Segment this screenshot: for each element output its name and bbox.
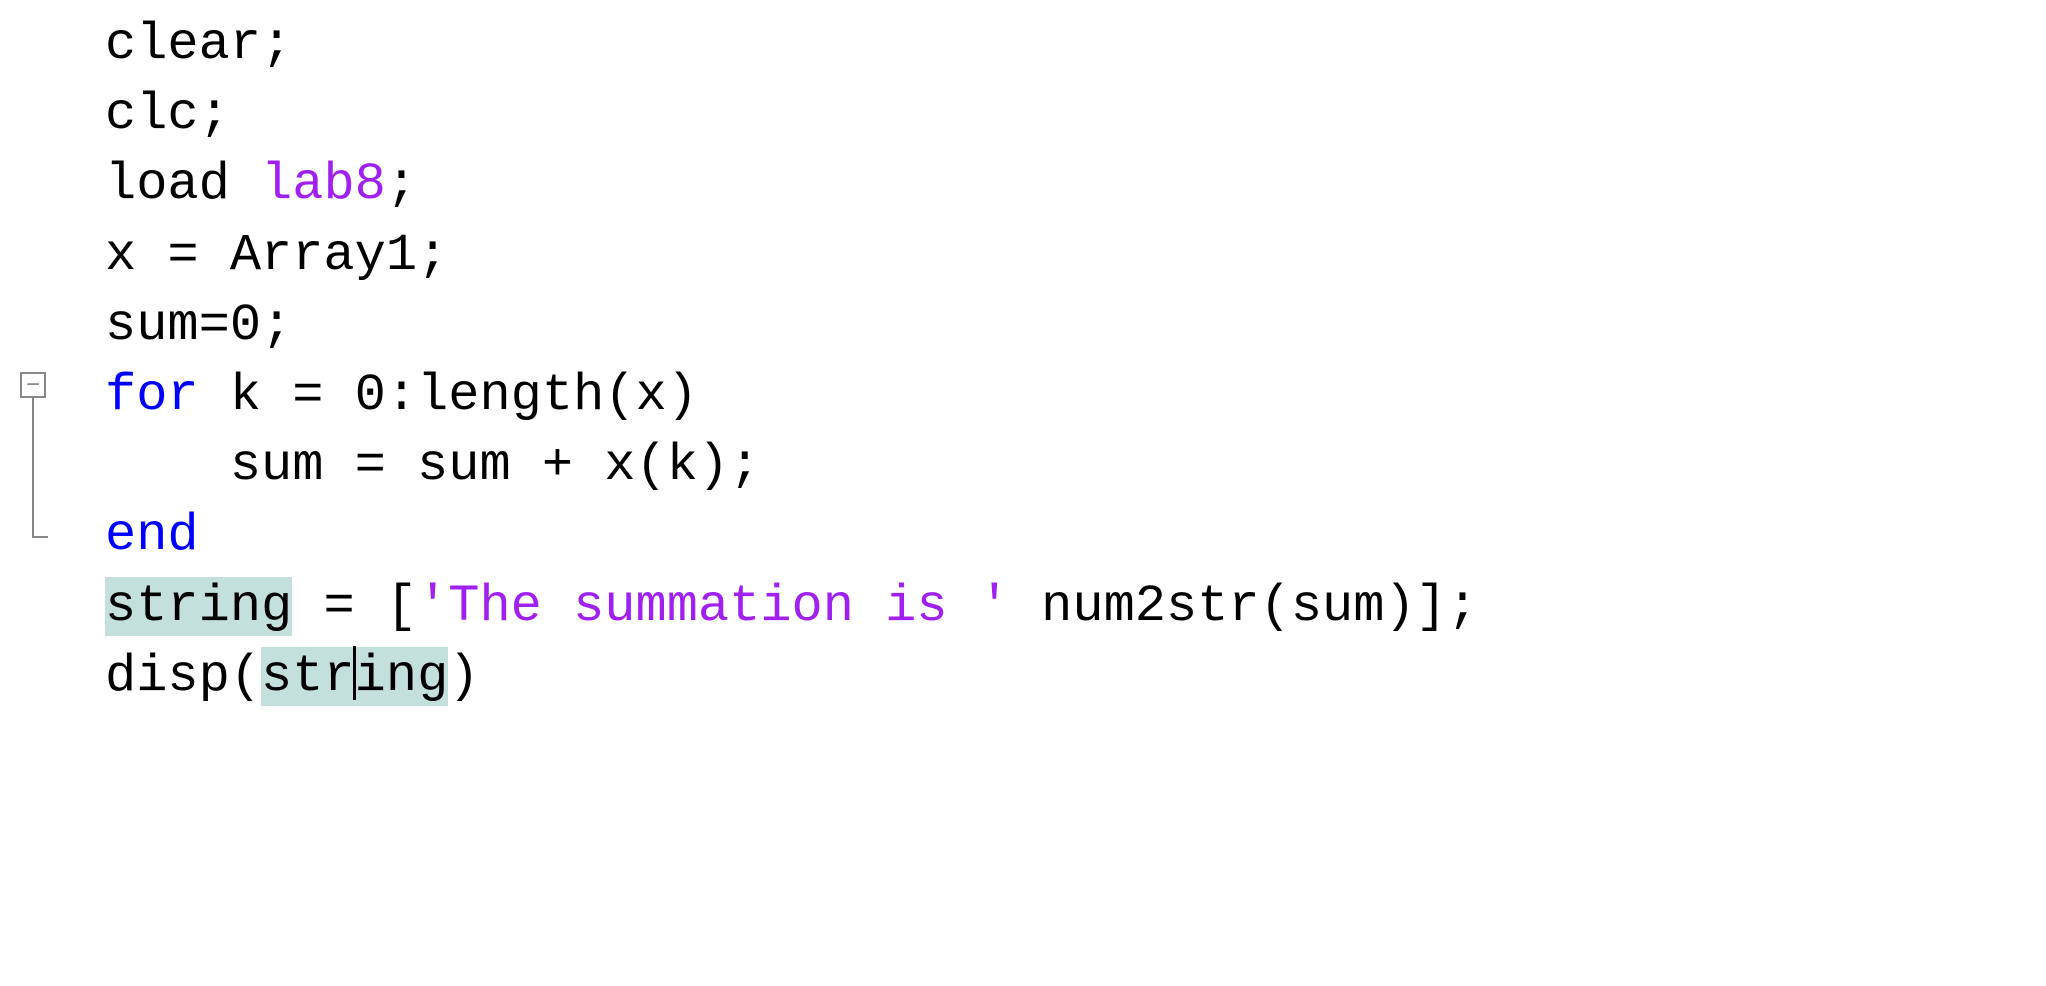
token-space [230,155,261,214]
token-str-hl-b: ing [355,647,449,706]
token-for-cond: k = 0:length(x) [199,366,698,425]
code-line-8[interactable]: end [105,501,2046,571]
token-summation-str: 'The summation is ' [417,577,1010,636]
code-content[interactable]: clear; clc; load lab8; x = Array1; sum=0… [50,10,2046,712]
token-str-hl-a: str [261,647,355,706]
token-eq-bracket: = [ [292,577,417,636]
code-line-10[interactable]: disp(string) [105,642,2046,712]
token-end-keyword: end [105,506,199,565]
token-sum-body: sum = sum + x(k); [105,436,760,495]
fold-guide-horizontal [32,536,48,538]
fold-gutter: − [0,10,50,722]
token-load: load [105,155,230,214]
token-disp-open: disp( [105,647,261,706]
code-line-5[interactable]: sum=0; [105,291,2046,361]
token-sum-init: sum=0; [105,296,292,355]
code-line-4[interactable]: x = Array1; [105,221,2046,291]
code-line-2[interactable]: clc; [105,80,2046,150]
code-line-6[interactable]: for k = 0:length(x) [105,361,2046,431]
token-lab8: lab8 [261,155,386,214]
token-num2str: num2str(sum)]; [1010,577,1478,636]
fold-minus-icon[interactable]: − [20,372,46,398]
token-clc: clc; [105,85,230,144]
token-disp-close: ) [448,647,479,706]
fold-guide-vertical [32,398,34,538]
code-line-9[interactable]: string = ['The summation is ' num2str(su… [105,572,2046,642]
token-assign-x: x = Array1; [105,226,448,285]
token-semicolon: ; [386,155,417,214]
code-line-1[interactable]: clear; [105,10,2046,80]
code-editor[interactable]: − clear; clc; load lab8; x = Array1; sum… [0,0,2046,712]
code-line-7[interactable]: sum = sum + x(k); [105,431,2046,501]
token-string-hl: string [105,577,292,636]
token-for-keyword: for [105,366,199,425]
token-clear: clear; [105,15,292,74]
code-line-3[interactable]: load lab8; [105,150,2046,220]
text-cursor [353,646,356,700]
